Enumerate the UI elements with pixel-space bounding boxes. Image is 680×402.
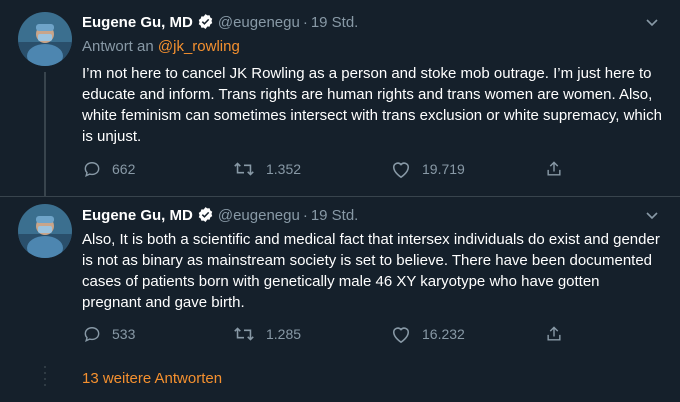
retweet-button[interactable]: 1.352 bbox=[232, 157, 301, 181]
chevron-down-icon[interactable] bbox=[644, 14, 660, 35]
chevron-down-icon[interactable] bbox=[644, 207, 660, 228]
reply-button[interactable]: 662 bbox=[82, 157, 135, 181]
like-button[interactable]: 19.719 bbox=[390, 157, 465, 181]
thread-dots bbox=[40, 366, 50, 390]
retweet-count: 1.352 bbox=[266, 161, 302, 177]
timestamp[interactable]: 19 Std. bbox=[311, 14, 359, 31]
tweet-actions: 533 1.285 16.232 bbox=[82, 322, 582, 346]
tweet-actions: 662 1.352 19.719 bbox=[82, 157, 582, 181]
tweet-text: I’m not here to cancel JK Rowling as a p… bbox=[82, 65, 662, 145]
display-name[interactable]: Eugene Gu, MD bbox=[82, 207, 193, 224]
share-icon bbox=[547, 161, 561, 176]
like-button[interactable]: 16.232 bbox=[390, 322, 465, 346]
thread-line bbox=[44, 72, 46, 196]
separator: · bbox=[302, 207, 308, 224]
tweet-1[interactable]: Eugene Gu, MD @eugenegu · 19 Std. Antwort a… bbox=[0, 0, 680, 196]
more-replies-link[interactable]: 13 weitere Antworten bbox=[82, 370, 222, 387]
reply-icon bbox=[84, 327, 100, 342]
separator: · bbox=[302, 14, 308, 31]
verified-badge-icon bbox=[197, 13, 214, 34]
retweet-button[interactable]: 1.285 bbox=[232, 322, 301, 346]
verified-badge-icon bbox=[197, 206, 214, 227]
avatar[interactable] bbox=[18, 204, 72, 258]
handle[interactable]: @eugenegu bbox=[218, 14, 300, 31]
retweet-icon bbox=[234, 327, 254, 341]
tweet-header: Eugene Gu, MD @eugenegu · 19 Std. bbox=[82, 13, 358, 34]
tweet-2[interactable]: Eugene Gu, MD @eugenegu · 19 Std. Also, It … bbox=[0, 196, 680, 356]
reply-context: Antwort an @jk_rowling bbox=[82, 38, 240, 55]
timestamp[interactable]: 19 Std. bbox=[311, 207, 359, 224]
reply-count: 533 bbox=[112, 326, 136, 342]
like-icon bbox=[392, 327, 410, 344]
like-count: 16.232 bbox=[422, 326, 465, 342]
like-count: 19.719 bbox=[422, 161, 465, 177]
reply-count: 662 bbox=[112, 161, 136, 177]
tweet-header: Eugene Gu, MD @eugenegu · 19 Std. bbox=[82, 206, 358, 227]
reply-icon bbox=[84, 162, 100, 177]
tweet-text: Also, It is both a scientific and medica… bbox=[82, 231, 660, 311]
reply-button[interactable]: 533 bbox=[82, 322, 135, 346]
like-icon bbox=[392, 162, 410, 179]
reply-prefix: Antwort an bbox=[82, 38, 154, 55]
share-button[interactable] bbox=[544, 322, 574, 346]
retweet-icon bbox=[234, 162, 254, 176]
retweet-count: 1.285 bbox=[266, 326, 302, 342]
avatar[interactable] bbox=[18, 12, 72, 66]
share-button[interactable] bbox=[544, 157, 574, 181]
handle[interactable]: @eugenegu bbox=[218, 207, 300, 224]
share-icon bbox=[547, 326, 561, 341]
display-name[interactable]: Eugene Gu, MD bbox=[82, 14, 193, 31]
reply-mention-link[interactable]: @jk_rowling bbox=[158, 38, 240, 55]
